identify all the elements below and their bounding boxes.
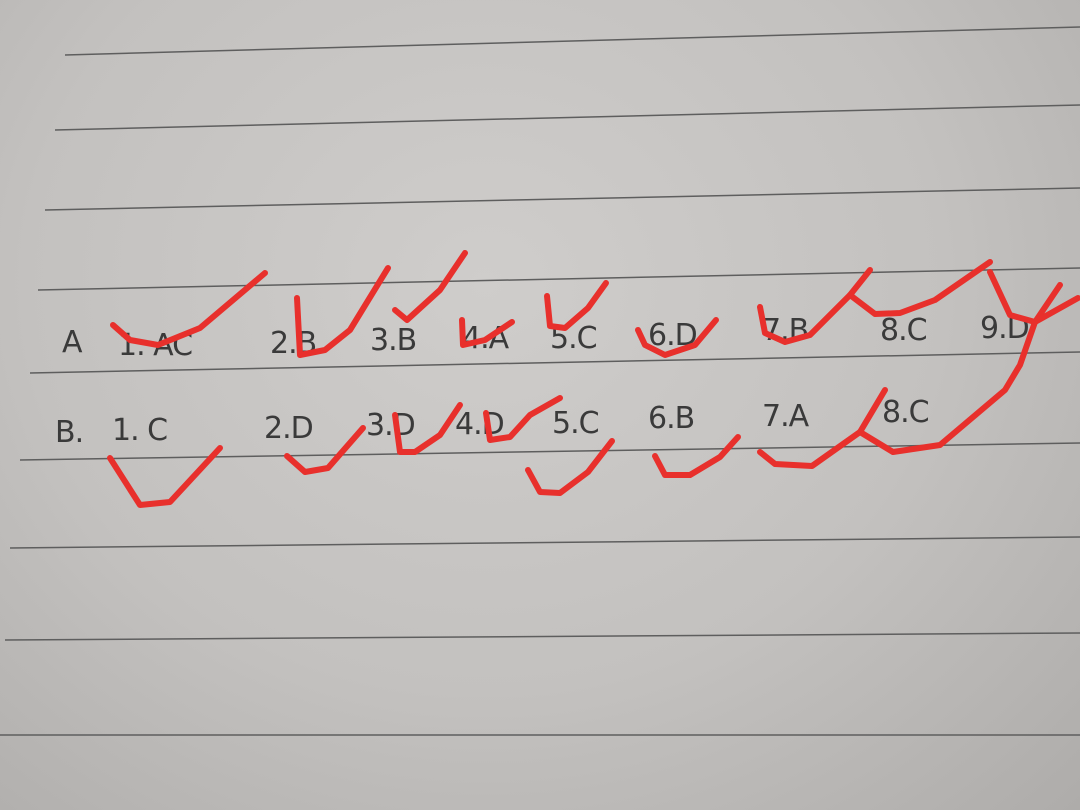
red-check-marks (107, 250, 1080, 508)
answer: 8.C (880, 313, 927, 348)
answer: 7.A (762, 399, 810, 434)
check-mark-icon (525, 438, 615, 496)
check-mark-icon (652, 434, 741, 478)
notebook-page: A 1. AC 2.B 3.B 4.A 5.C 6.D 7.B 8.C 9.D … (0, 26, 1080, 736)
ruled-line (64, 26, 1080, 56)
answer: 1. C (112, 413, 167, 448)
ruled-line (37, 267, 1080, 291)
answer: 2.D (264, 411, 313, 446)
answer: 3.B (370, 323, 416, 358)
check-mark-icon (757, 429, 863, 469)
answer: 8.C (882, 395, 929, 430)
row-a-label: A (62, 325, 83, 360)
answer: 5.C (552, 406, 599, 441)
ruled-line (54, 104, 1080, 131)
answer: 3.D (366, 408, 415, 443)
check-mark-icon (392, 250, 468, 323)
ruled-line (4, 632, 1080, 641)
handwritten-answers: A 1. AC 2.B 3.B 4.A 5.C 6.D 7.B 8.C 9.D … (55, 311, 1030, 450)
answer: 6.B (648, 401, 694, 436)
ruled-line (44, 187, 1080, 211)
ruled-line (9, 536, 1080, 549)
ruled-lines (0, 26, 1080, 736)
row-b-label: B. (55, 415, 83, 450)
